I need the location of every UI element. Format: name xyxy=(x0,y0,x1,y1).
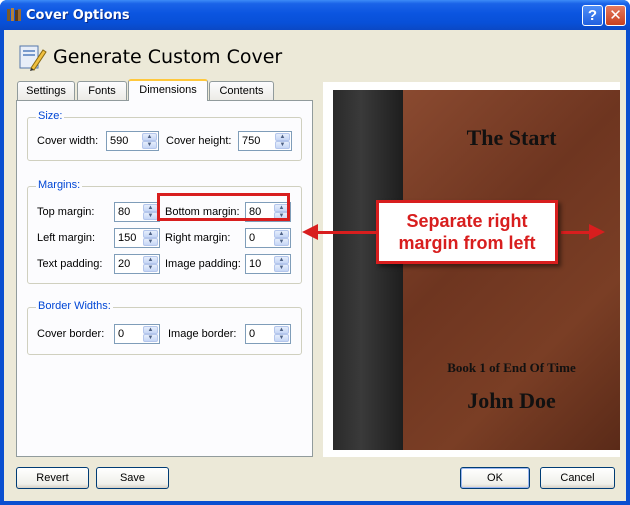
book-spine xyxy=(333,90,403,450)
cover-width-spinner[interactable]: 590 ▲ ▼ xyxy=(106,131,159,151)
callout-line-1: Separate right xyxy=(406,211,528,231)
cover-height-label: Cover height: xyxy=(166,135,232,147)
revert-button[interactable]: Revert xyxy=(16,467,89,489)
image-border-value: 0 xyxy=(249,328,256,340)
cover-width-label: Cover width: xyxy=(37,135,99,147)
increment-arrow-icon[interactable]: ▲ xyxy=(274,256,289,264)
preview-author: John Doe xyxy=(467,388,556,413)
help-button[interactable]: ? xyxy=(582,5,603,26)
cover-edit-icon xyxy=(19,45,47,71)
border-widths-group: Border Widths: Cover border: 0 ▲ ▼ Image … xyxy=(27,300,302,355)
image-border-spinner[interactable]: 0 ▲ ▼ xyxy=(245,324,291,344)
tab-dimensions[interactable]: Dimensions xyxy=(128,79,208,101)
annotation-callout: Separate right margin from left xyxy=(376,200,558,264)
image-padding-spinner[interactable]: 10 ▲ ▼ xyxy=(245,254,291,274)
cover-width-value: 590 xyxy=(110,135,129,147)
increment-arrow-icon[interactable]: ▲ xyxy=(274,230,289,238)
decrement-arrow-icon[interactable]: ▼ xyxy=(143,264,158,272)
cover-options-window: Cover Options ? ✕ Generate Custom Cover … xyxy=(0,0,630,505)
decrement-arrow-icon[interactable]: ▼ xyxy=(143,334,158,342)
increment-arrow-icon[interactable]: ▲ xyxy=(143,230,158,238)
cover-height-value: 750 xyxy=(242,135,261,147)
increment-arrow-icon[interactable]: ▲ xyxy=(143,256,158,264)
top-margin-label: Top margin: xyxy=(37,206,95,218)
callout-arrow-right xyxy=(561,231,591,234)
text-padding-spinner[interactable]: 20 ▲ ▼ xyxy=(114,254,160,274)
right-margin-spinner[interactable]: 0 ▲ ▼ xyxy=(245,228,291,248)
cover-border-spinner[interactable]: 0 ▲ ▼ xyxy=(114,324,160,344)
books-icon xyxy=(7,8,21,21)
top-margin-value: 80 xyxy=(118,206,131,218)
decrement-arrow-icon[interactable]: ▼ xyxy=(142,141,157,149)
callout-line-2: margin from left xyxy=(398,233,536,253)
dialog-body: Generate Custom Cover Settings Fonts Dim… xyxy=(4,30,626,501)
title-bar[interactable]: Cover Options ? ✕ xyxy=(0,0,630,30)
dimensions-panel: Size: Cover width: 590 ▲ ▼ Cover height: … xyxy=(16,100,313,457)
decrement-arrow-icon[interactable]: ▼ xyxy=(274,264,289,272)
left-margin-label: Left margin: xyxy=(37,232,96,244)
increment-arrow-icon[interactable]: ▲ xyxy=(142,133,157,141)
border-widths-legend: Border Widths: xyxy=(36,300,113,312)
preview-subtitle: Book 1 of End Of Time xyxy=(447,360,576,375)
page-title: Generate Custom Cover xyxy=(53,46,283,68)
image-border-label: Image border: xyxy=(168,328,237,340)
image-padding-label: Image padding: xyxy=(165,258,241,270)
ok-button[interactable]: OK xyxy=(460,467,530,489)
callout-arrow-left xyxy=(312,231,376,234)
text-padding-value: 20 xyxy=(118,258,131,270)
left-margin-value: 150 xyxy=(118,232,137,244)
cover-height-spinner[interactable]: 750 ▲ ▼ xyxy=(238,131,292,151)
increment-arrow-icon[interactable]: ▲ xyxy=(275,133,290,141)
window-title: Cover Options xyxy=(26,8,130,23)
tab-settings[interactable]: Settings xyxy=(17,81,75,100)
top-margin-spinner[interactable]: 80 ▲ ▼ xyxy=(114,202,160,222)
cancel-button[interactable]: Cancel xyxy=(540,467,615,489)
preview-title: The Start xyxy=(466,125,557,150)
left-margin-spinner[interactable]: 150 ▲ ▼ xyxy=(114,228,160,248)
increment-arrow-icon[interactable]: ▲ xyxy=(143,326,158,334)
decrement-arrow-icon[interactable]: ▼ xyxy=(274,238,289,246)
tab-fonts[interactable]: Fonts xyxy=(77,81,127,100)
right-margin-value: 0 xyxy=(249,232,256,244)
size-legend: Size: xyxy=(36,110,65,122)
decrement-arrow-icon[interactable]: ▼ xyxy=(143,238,158,246)
right-margin-label: Right margin: xyxy=(165,232,231,244)
save-button[interactable]: Save xyxy=(96,467,169,489)
decrement-arrow-icon[interactable]: ▼ xyxy=(275,141,290,149)
arrow-right-icon xyxy=(589,224,605,240)
close-button[interactable]: ✕ xyxy=(605,5,626,26)
arrow-left-icon xyxy=(302,224,318,240)
right-margin-highlight xyxy=(157,193,290,221)
size-group: Size: Cover width: 590 ▲ ▼ Cover height: … xyxy=(27,110,302,161)
decrement-arrow-icon[interactable]: ▼ xyxy=(274,334,289,342)
cover-border-label: Cover border: xyxy=(37,328,105,340)
cover-border-value: 0 xyxy=(118,328,125,340)
increment-arrow-icon[interactable]: ▲ xyxy=(143,204,158,212)
margins-legend: Margins: xyxy=(36,179,83,191)
tab-contents[interactable]: Contents xyxy=(209,81,274,100)
image-padding-value: 10 xyxy=(249,258,262,270)
decrement-arrow-icon[interactable]: ▼ xyxy=(143,212,158,220)
text-padding-label: Text padding: xyxy=(37,258,103,270)
increment-arrow-icon[interactable]: ▲ xyxy=(274,326,289,334)
